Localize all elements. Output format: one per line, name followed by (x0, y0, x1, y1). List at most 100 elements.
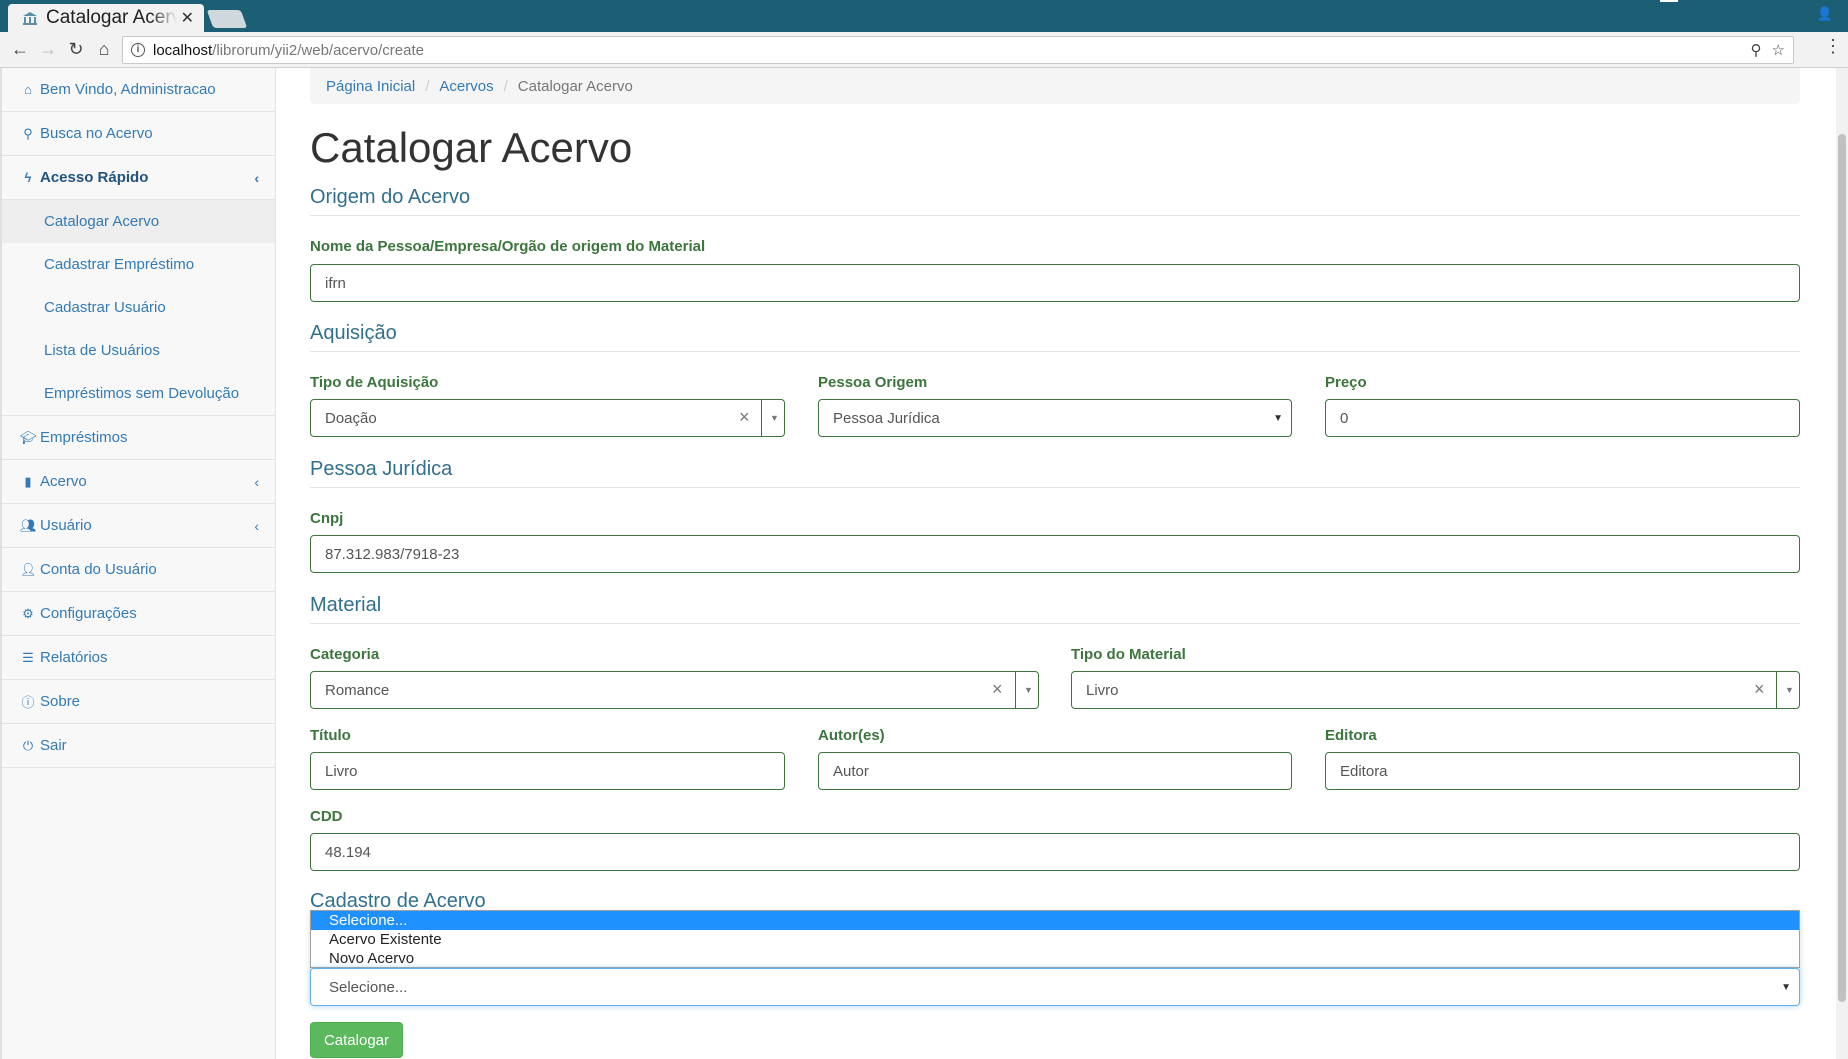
preco-label: Preço (1325, 374, 1367, 391)
sidebar-subitem-cadastrar-emprestimo[interactable]: Cadastrar Empréstimo (2, 243, 275, 286)
chevron-down-icon: ▼ (1273, 412, 1283, 424)
cnpj-input[interactable]: 87.312.983/7918-23 (310, 535, 1800, 573)
breadcrumb-acervos-link[interactable]: Acervos (439, 78, 493, 95)
pessoa-origem-select[interactable]: Pessoa Jurídica ▼ (818, 399, 1292, 437)
profile-icon[interactable]: 👤 (1814, 6, 1836, 24)
sidebar-item-conta[interactable]: 👤︎ Conta do Usuário (2, 548, 275, 592)
sidebar-item-label: Empréstimos (40, 429, 128, 446)
back-arrow-icon[interactable]: ← (6, 36, 34, 64)
library-favicon-icon (22, 11, 38, 25)
cadastro-select[interactable]: Selecione... ▼ (310, 968, 1800, 1006)
tipo-material-label: Tipo do Material (1071, 646, 1186, 663)
categoria-label: Categoria (310, 646, 380, 663)
home-button-icon[interactable]: ⌂ (90, 36, 118, 64)
breadcrumb-separator: / (425, 77, 430, 95)
sidebar-item-label: Usuário (40, 517, 92, 534)
clear-icon[interactable]: × (739, 407, 750, 428)
preco-input[interactable]: 0 (1325, 399, 1800, 437)
cdd-input[interactable]: 48.194 (310, 833, 1800, 871)
sidebar-subitem-emprestimos-sem-devolucao[interactable]: Empréstimos sem Devolução (2, 372, 275, 415)
sidebar-item-label: Sair (40, 737, 67, 754)
origem-nome-input[interactable]: ifrn (310, 264, 1800, 302)
chevron-left-icon: ‹ (254, 473, 259, 490)
bookmark-star-icon[interactable]: ☆ (1772, 41, 1785, 59)
titulo-input[interactable]: Livro (310, 752, 785, 790)
sidebar-item-welcome[interactable]: ⌂ Bem Vindo, Administracao (2, 68, 275, 112)
section-aquisicao-title: Aquisição (310, 322, 1800, 352)
page-title: Catalogar Acervo (310, 124, 633, 171)
cdd-label: CDD (310, 808, 343, 825)
sidebar-item-label: Sobre (40, 693, 81, 710)
chevron-left-icon: ‹ (254, 169, 259, 186)
tab-title: Catalogar Acervo (46, 7, 177, 28)
section-material-title: Material (310, 594, 1800, 624)
info-icon: ⓘ (21, 695, 35, 710)
tipo-material-select[interactable]: Livro × ▼ (1071, 671, 1800, 709)
sidebar-item-emprestimos[interactable]: 🎓︎ Empréstimos (2, 416, 275, 460)
home-icon: ⌂ (24, 82, 32, 97)
scrollbar-thumb[interactable] (1838, 134, 1846, 1002)
chevron-left-icon: ‹ (254, 517, 259, 534)
gear-icon: ⚙ (22, 605, 34, 621)
chevron-down-icon[interactable]: ▼ (770, 413, 779, 423)
users-icon: 👥︎ (20, 517, 37, 533)
breadcrumb-home-link[interactable]: Página Inicial (326, 78, 415, 95)
sidebar-item-relatorios[interactable]: ☰ Relatórios (2, 636, 275, 680)
categoria-select[interactable]: Romance × ▼ (310, 671, 1039, 709)
dropdown-option[interactable]: Selecione... (311, 911, 1799, 930)
reload-icon[interactable]: ↻ (62, 36, 90, 64)
sidebar-item-label: Relatórios (40, 649, 108, 666)
bolt-icon: ϟ (24, 170, 32, 185)
categoria-value: Romance (325, 681, 390, 699)
forward-arrow-icon[interactable]: → (34, 36, 62, 64)
sidebar-subitem-catalogar[interactable]: Catalogar Acervo (2, 200, 275, 243)
cadastro-dropdown-list: Selecione... Acervo Existente Novo Acerv… (310, 910, 1800, 968)
sidebar-subitem-cadastrar-usuario[interactable]: Cadastrar Usuário (2, 286, 275, 329)
new-tab-button[interactable] (206, 10, 248, 28)
pessoa-origem-value: Pessoa Jurídica (833, 409, 940, 427)
browser-tabbar: Catalogar Acervo ✕ 👤 (0, 0, 1848, 32)
user-icon: 👤︎ (20, 561, 37, 577)
select-divider (1015, 672, 1016, 708)
sidebar-item-configuracoes[interactable]: ⚙ Configurações (2, 592, 275, 636)
chevron-down-icon: ▼ (1781, 981, 1791, 993)
breadcrumb-current: Catalogar Acervo (517, 77, 633, 95)
sidebar-subitem-lista-usuarios[interactable]: Lista de Usuários (2, 329, 275, 372)
book-icon: ▮ (24, 473, 32, 489)
power-icon: ⏻ (22, 737, 34, 753)
site-info-icon[interactable]: i (131, 43, 145, 57)
browser-menu-icon[interactable]: ⋮ (1824, 36, 1842, 57)
titulo-label: Título (310, 727, 351, 744)
browser-tab[interactable]: Catalogar Acervo ✕ (8, 4, 204, 32)
section-origem-title: Origem do Acervo (310, 186, 1800, 216)
chevron-down-icon[interactable]: ▼ (1024, 685, 1033, 695)
quick-access-submenu: Catalogar Acervo Cadastrar Empréstimo Ca… (2, 200, 275, 416)
sidebar-item-acervo[interactable]: ▮ Acervo ‹ (2, 460, 275, 504)
tipo-aquisicao-select[interactable]: Doação × ▼ (310, 399, 785, 437)
address-bar[interactable]: i localhost/librorum/yii2/web/acervo/cre… (122, 36, 1794, 64)
dropdown-option[interactable]: Novo Acervo (311, 949, 1799, 968)
sidebar-item-sobre[interactable]: ⓘ Sobre (2, 680, 275, 724)
url-host: localhost (153, 41, 213, 59)
editora-label: Editora (1325, 727, 1377, 744)
catalogar-button[interactable]: Catalogar (310, 1022, 403, 1058)
sidebar-item-quick-access[interactable]: ϟ Acesso Rápido ‹ (2, 156, 275, 200)
breadcrumb-separator: / (503, 77, 508, 95)
zoom-icon[interactable]: ⚲ (1751, 41, 1762, 59)
sidebar-item-usuario[interactable]: 👥︎ Usuário ‹ (2, 504, 275, 548)
browser-toolbar: ← → ↻ ⌂ i localhost/librorum/yii2/web/ac… (0, 32, 1848, 68)
sidebar-item-search[interactable]: ⚲ Busca no Acervo (2, 112, 275, 156)
clear-icon[interactable]: × (992, 679, 1003, 700)
editora-input[interactable]: Editora (1325, 752, 1800, 790)
clear-icon[interactable]: × (1754, 679, 1765, 700)
dropdown-option[interactable]: Acervo Existente (311, 930, 1799, 949)
autor-label: Autor(es) (818, 727, 885, 744)
sidebar-item-label: Acervo (40, 473, 87, 490)
autor-input[interactable]: Autor (818, 752, 1292, 790)
chevron-down-icon[interactable]: ▼ (1785, 685, 1794, 695)
tab-close-icon[interactable]: ✕ (181, 8, 194, 28)
page-scrollbar[interactable] (1836, 68, 1848, 1059)
cadastro-select-value: Selecione... (329, 978, 408, 996)
tipo-material-value: Livro (1086, 681, 1119, 699)
sidebar-item-sair[interactable]: ⏻ Sair (2, 724, 275, 768)
